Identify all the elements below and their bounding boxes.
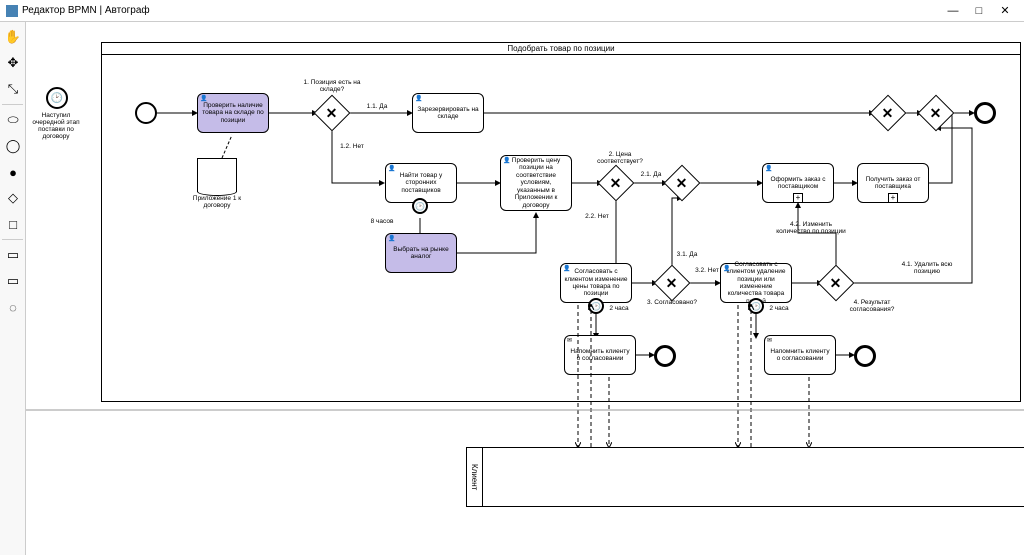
gw1-label: 1. Позиция есть на складе? xyxy=(302,79,362,93)
gw2-label: 2. Цена соответствует? xyxy=(592,151,648,165)
task-find-supplier[interactable]: 👤Найти товар у сторонних поставщиков xyxy=(385,163,457,203)
move-tool-icon[interactable]: ✥ xyxy=(2,52,24,74)
end-event-b[interactable] xyxy=(854,345,876,367)
timer-8h-label: 8 часов xyxy=(362,218,402,225)
close-button[interactable]: ✕ xyxy=(992,4,1018,17)
gw3-no: 3.2. Нет xyxy=(690,267,724,274)
task-select-analog[interactable]: 👤Выбрать на рынке аналог xyxy=(385,233,457,273)
task-check-stock[interactable]: 👤Проверить наличие товара на складе по п… xyxy=(197,93,269,133)
timer-2h-label-b: 2 часа xyxy=(764,305,794,312)
task-order-supplier[interactable]: 👤Оформить заказ с поставщиком+ xyxy=(762,163,834,203)
end-event-icon[interactable]: ● xyxy=(2,161,24,183)
pool-title: Подобрать товар по позиции xyxy=(102,43,1020,55)
diagram-canvas[interactable]: Поставить материалы на объект строительс… xyxy=(26,22,1024,555)
maximize-button[interactable]: □ xyxy=(966,5,992,17)
subprocess-pool[interactable]: Подобрать товар по позиции xyxy=(101,42,1021,402)
boundary-timer-8h[interactable]: 🕑 xyxy=(412,198,428,214)
window-title: Редактор BPMN | Автограф xyxy=(22,5,940,16)
boundary-timer-2h-b[interactable]: 🕑 xyxy=(748,298,764,314)
end-event-a[interactable] xyxy=(654,345,676,367)
window-titlebar: Редактор BPMN | Автограф — □ ✕ xyxy=(0,0,1024,22)
gw4-b: 4.2. Изменить количество по позиции xyxy=(776,221,846,235)
intermediate-event-icon[interactable]: ◯ xyxy=(2,135,24,157)
vertical-toolbar: ✋ ✥ ⤡ ⬭ ◯ ● ◇ □ ▭ ▭ ◌ xyxy=(0,22,26,555)
gateway-final[interactable]: ✕ xyxy=(918,95,955,132)
task-reserve[interactable]: 👤Зарезервировать на складе xyxy=(412,93,484,133)
timer-2h-label-a: 2 часа xyxy=(604,305,634,312)
task-remind-a[interactable]: ✉Напомнить клиенту о согласовании xyxy=(564,335,636,375)
timer-start-event[interactable]: 🕑 xyxy=(46,87,68,109)
gateway-in-stock[interactable]: ✕ xyxy=(314,95,351,132)
start-label: Наступил очередной этап поставки по дого… xyxy=(26,112,86,141)
gw1-yes: 1.1. Да xyxy=(362,103,392,110)
client-pool[interactable]: Клиент xyxy=(466,447,1024,507)
gateway-agreed[interactable]: ✕ xyxy=(654,265,691,302)
data-object-attachment[interactable] xyxy=(197,158,237,192)
pool-icon[interactable]: ▭ xyxy=(2,244,24,266)
start-event[interactable] xyxy=(135,102,157,124)
task-receive-order[interactable]: Получить заказ от поставщика+ xyxy=(857,163,929,203)
gateway-price-ok[interactable]: ✕ xyxy=(598,165,635,202)
task-remind-b[interactable]: ✉Напомнить клиенту о согласовании xyxy=(764,335,836,375)
group-icon[interactable]: ◌ xyxy=(2,296,24,318)
end-event-main[interactable] xyxy=(974,102,996,124)
gw4-label: 4. Результат согласования? xyxy=(842,299,902,313)
task-agree-qty[interactable]: 👤Согласовать с клиентом удаление позиции… xyxy=(720,263,792,303)
boundary-timer-2h-a[interactable]: 🕑 xyxy=(588,298,604,314)
client-label: Клиент xyxy=(467,448,483,506)
gateway-icon[interactable]: ◇ xyxy=(2,187,24,209)
gateway-result[interactable]: ✕ xyxy=(818,265,855,302)
doc-label: Приложение 1 к договору xyxy=(184,195,250,209)
hand-tool-icon[interactable]: ✋ xyxy=(2,26,24,48)
gw4-a: 4.1. Удалить всю позицию xyxy=(892,261,962,275)
gw1-no: 1.2. Нет xyxy=(337,143,367,150)
gw2-no: 2.2. Нет xyxy=(582,213,612,220)
start-event-icon[interactable]: ⬭ xyxy=(2,109,24,131)
gw3-label: 3. Согласовано? xyxy=(642,299,702,306)
gateway-merge2[interactable]: ✕ xyxy=(664,165,701,202)
app-icon xyxy=(6,5,18,17)
connect-tool-icon[interactable]: ⤡ xyxy=(2,78,24,100)
gateway-merge-top[interactable]: ✕ xyxy=(870,95,907,132)
task-check-price[interactable]: 👤Проверить цену позиции на соответствие … xyxy=(500,155,572,211)
minimize-button[interactable]: — xyxy=(940,5,966,17)
task-icon[interactable]: □ xyxy=(2,213,24,235)
gw3-yes: 3.1. Да xyxy=(672,251,702,258)
lane-icon[interactable]: ▭ xyxy=(2,270,24,292)
gw2-yes: 2.1. Да xyxy=(636,171,666,178)
task-agree-price[interactable]: 👤Согласовать с клиентом изменение цены т… xyxy=(560,263,632,303)
